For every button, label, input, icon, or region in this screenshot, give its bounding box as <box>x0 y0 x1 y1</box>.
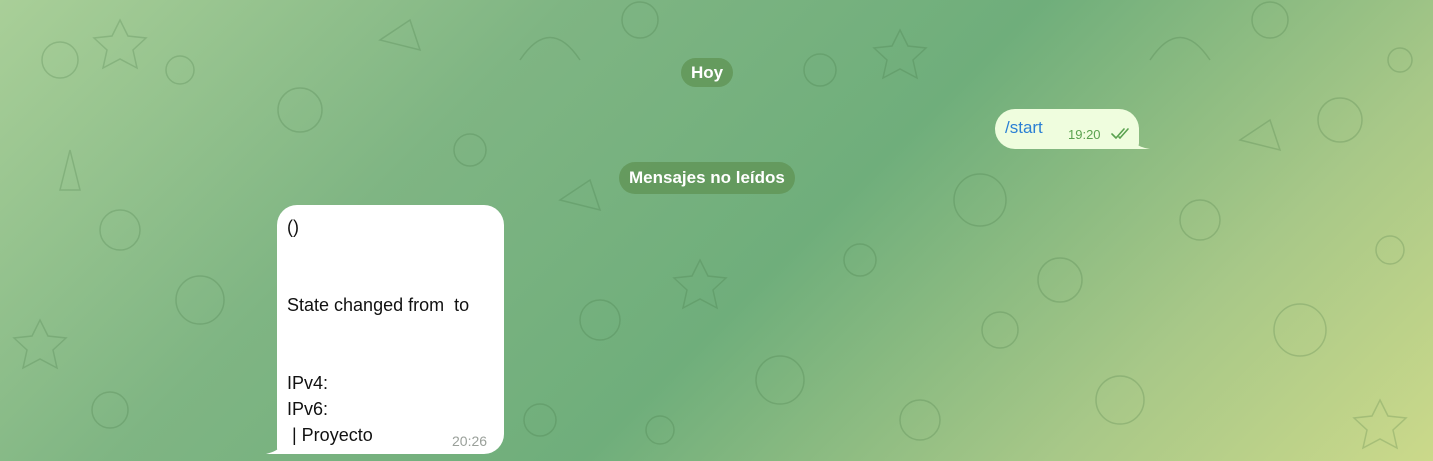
incoming-message[interactable]: () State changed from to IPv4: IPv6: | P… <box>277 205 504 454</box>
outgoing-message[interactable]: /start 19:20 <box>995 109 1139 149</box>
date-separator: Hoy <box>681 58 734 87</box>
outgoing-message-time: 19:20 <box>1068 127 1101 142</box>
incoming-message-time: 20:26 <box>452 433 488 449</box>
incoming-message-text[interactable]: () State changed from to IPv4: IPv6: | P… <box>287 214 469 448</box>
outgoing-message-text[interactable]: /start <box>1005 118 1043 138</box>
double-check-icon <box>1111 128 1129 139</box>
unread-messages-separator: Mensajes no leídos <box>619 162 795 194</box>
